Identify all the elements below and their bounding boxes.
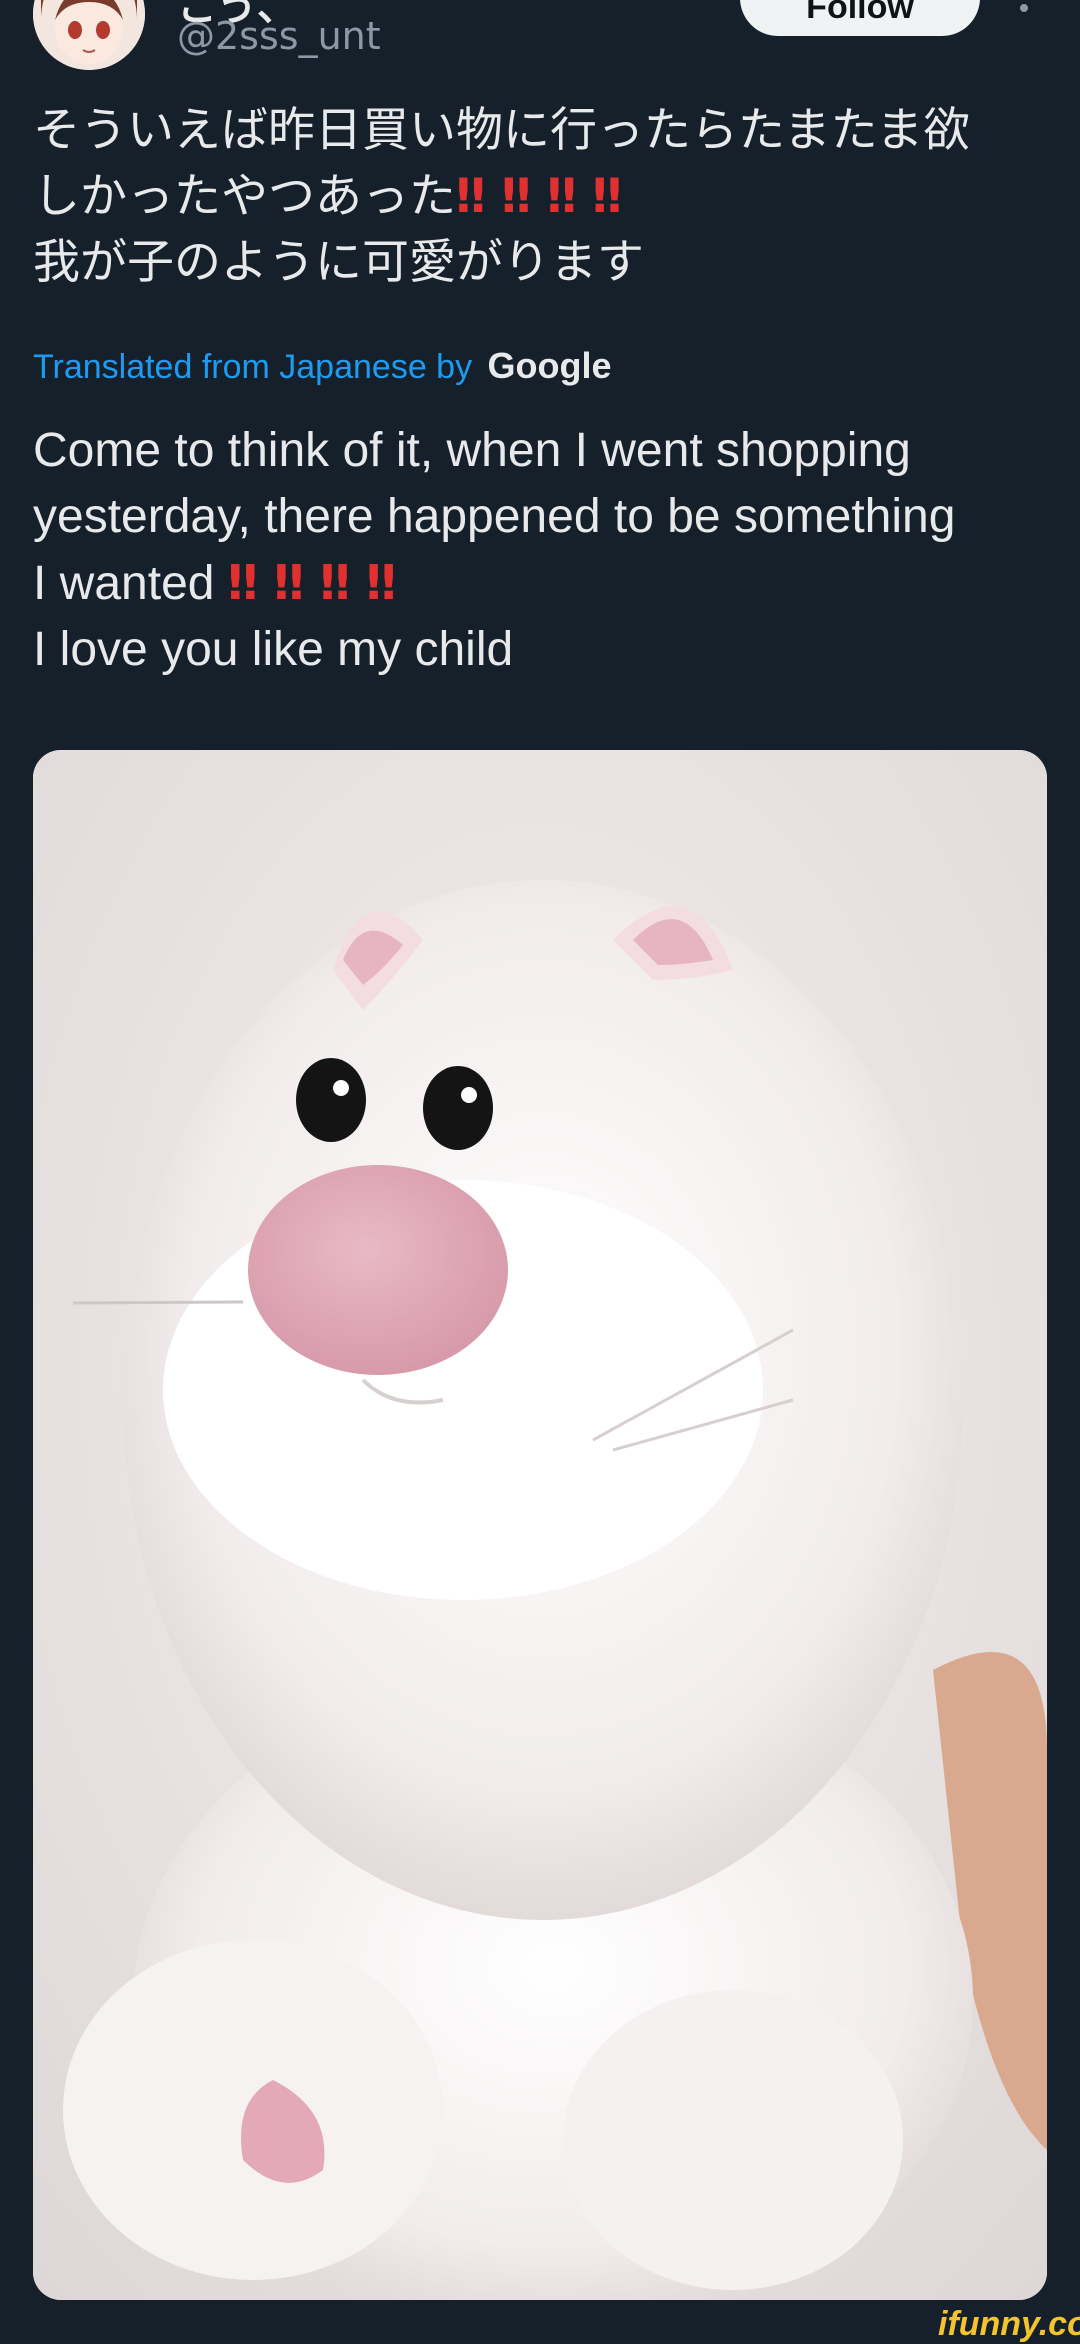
translation-attribution[interactable]: Translated from Japanese by Google xyxy=(33,345,612,387)
tweet-original-line-1: そういえば昨日買い物に行ったらたまたま欲 xyxy=(33,103,971,158)
avatar[interactable] xyxy=(33,0,145,70)
tweet-translated-line-4: I love you like my child xyxy=(33,623,514,676)
tweet-original-line-2-text: しかったやつあった xyxy=(33,169,456,224)
translation-link[interactable]: Translated from Japanese by xyxy=(33,348,472,386)
double-exclamation-icon: ‼ xyxy=(227,555,258,611)
tweet-translated-line-1: Come to think of it, when I went shoppin… xyxy=(33,424,911,477)
tweet-photo[interactable] xyxy=(33,750,1047,2300)
double-exclamation-icon: ‼ xyxy=(501,169,531,224)
double-exclamation-icon: ‼ xyxy=(592,169,622,224)
double-exclamation-icon: ‼ xyxy=(273,555,304,611)
avatar-icon xyxy=(33,0,145,70)
follow-button[interactable]: Follow xyxy=(740,0,980,36)
double-exclamation-icon: ‼ xyxy=(366,555,396,611)
more-options-icon[interactable] xyxy=(1012,0,1036,30)
tweet-original-line-2: しかったやつあった‼ ‼ ‼ ‼ xyxy=(33,164,1053,230)
double-exclamation-icon: ‼ xyxy=(456,169,486,224)
ifunny-watermark: ifunny.co xyxy=(938,2305,1080,2343)
emphasis-marks: ‼ ‼ ‼ ‼ xyxy=(227,555,412,611)
double-exclamation-icon: ‼ xyxy=(319,555,350,611)
tweet-translated-line-3-text: I wanted xyxy=(33,557,215,610)
tweet-translated-line-3: I wanted ‼ ‼ ‼ ‼ xyxy=(33,550,1063,617)
tweet-translated-line-2: yesterday, there happened to be somethin… xyxy=(33,490,956,543)
tweet-original-text: そういえば昨日買い物に行ったらたまたま欲 しかったやつあった‼ ‼ ‼ ‼ 我が子のよ… xyxy=(33,98,1053,296)
tweet-translated-text: Come to think of it, when I went shoppin… xyxy=(33,418,1063,683)
tweet-header: こう、 @2sss_unt Follow xyxy=(0,0,1080,80)
emphasis-marks: ‼ ‼ ‼ ‼ xyxy=(456,169,638,224)
google-logo: Google xyxy=(487,345,612,386)
plush-cat-photo xyxy=(33,750,1047,2300)
user-handle[interactable]: @2sss_unt xyxy=(177,14,381,58)
tweet-original-line-3: 我が子のように可愛がります xyxy=(33,235,644,290)
double-exclamation-icon: ‼ xyxy=(546,169,577,224)
